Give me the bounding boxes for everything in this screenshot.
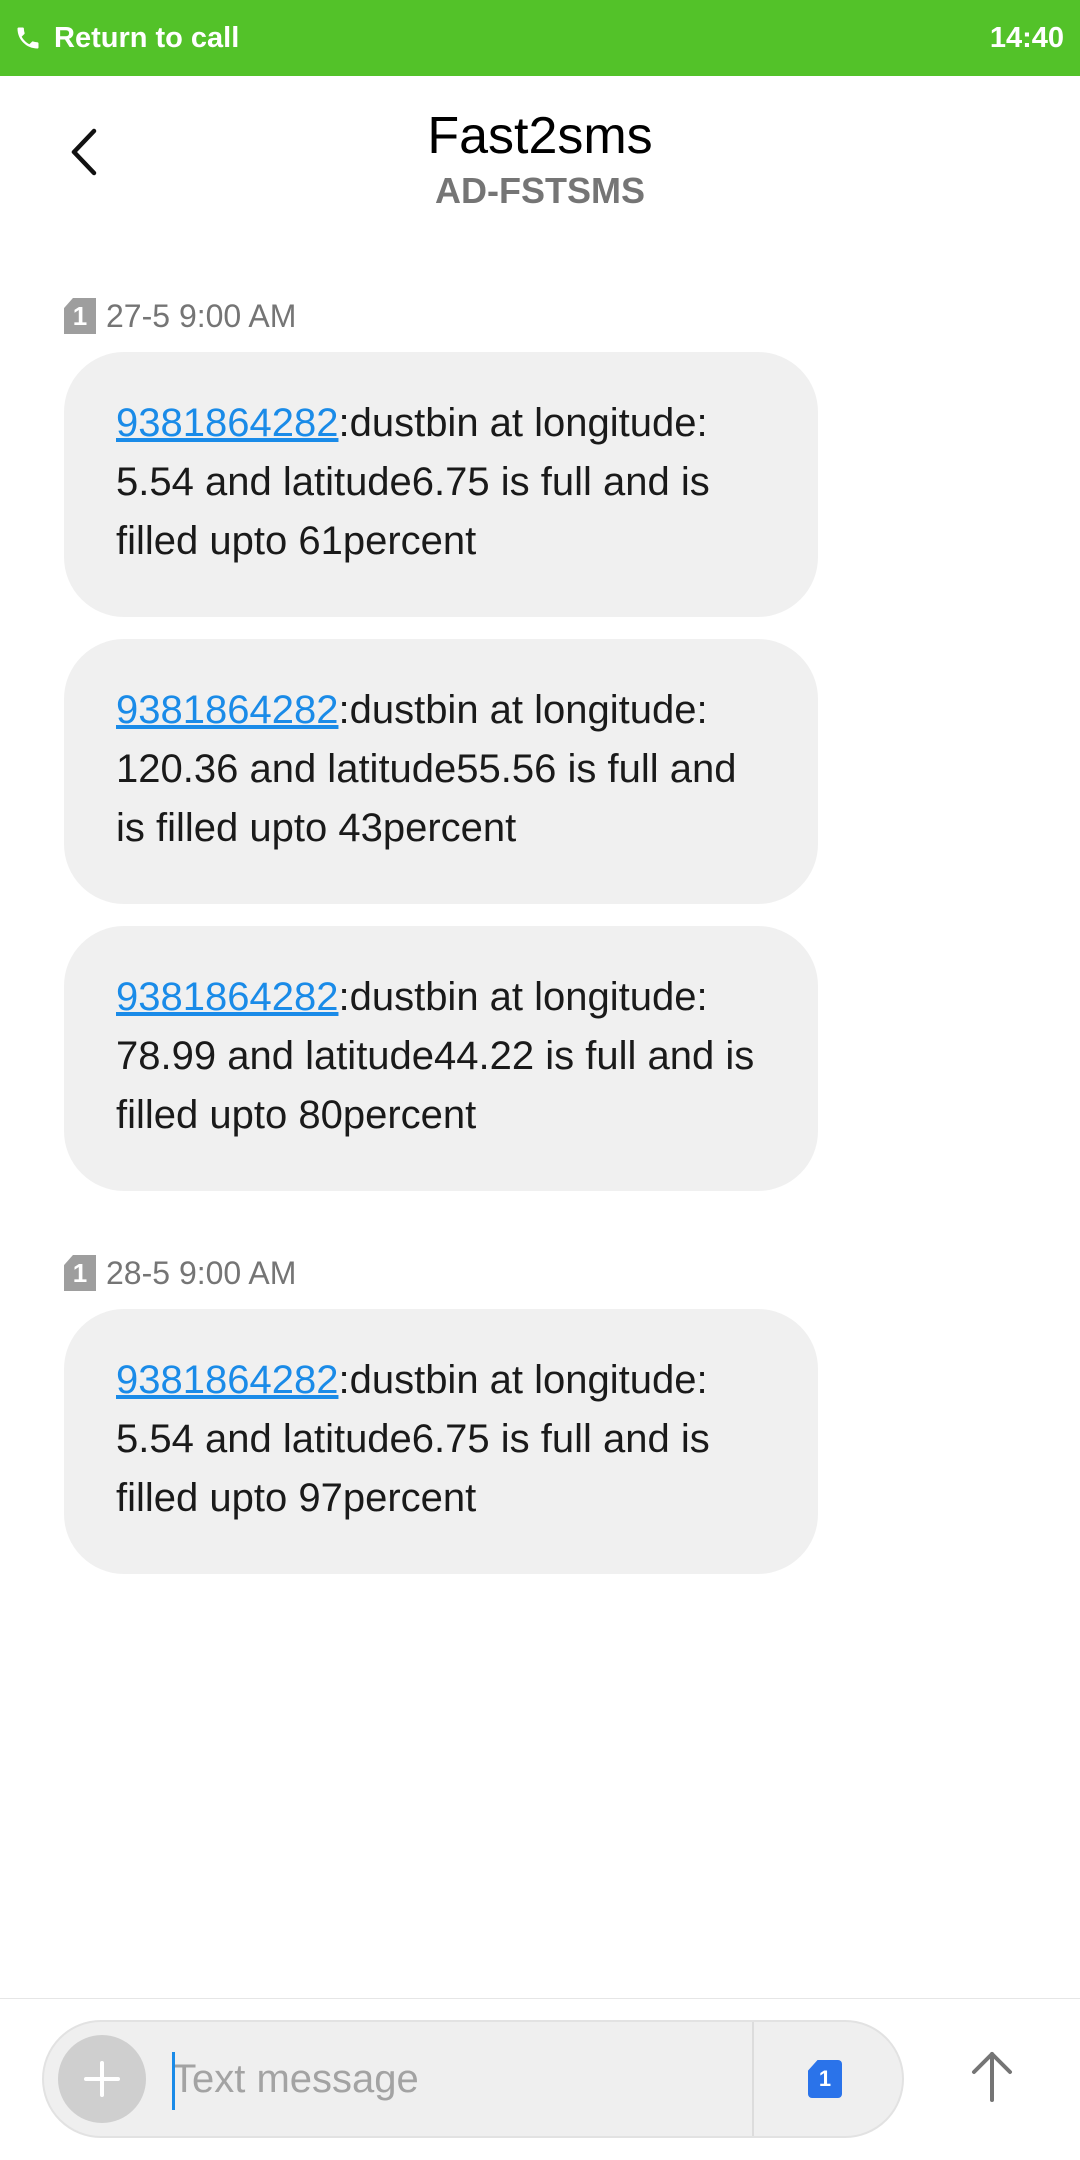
message-bubble[interactable]: 9381864282:dustbin at longitude: 5.54 an… bbox=[64, 1309, 818, 1574]
sim-card-icon: 1 bbox=[64, 1255, 96, 1291]
message-bubble[interactable]: 9381864282:dustbin at longitude: 120.36 … bbox=[64, 639, 818, 904]
message-timestamp: 1 28-5 9:00 AM bbox=[64, 1251, 1080, 1295]
sender-id: AD-FSTSMS bbox=[435, 170, 645, 211]
send-button[interactable] bbox=[960, 2044, 1024, 2108]
message-timestamp: 1 27-5 9:00 AM bbox=[64, 294, 1080, 338]
sim-select-button[interactable]: 1 bbox=[808, 2060, 842, 2098]
return-to-call-banner[interactable]: Return to call 14:40 bbox=[0, 0, 1080, 76]
arrow-up-icon bbox=[968, 2048, 1016, 2104]
composer-divider bbox=[0, 1998, 1080, 1999]
sim-card-icon: 1 bbox=[64, 298, 96, 334]
phone-number-link[interactable]: 9381864282 bbox=[116, 688, 338, 732]
call-timer: 14:40 bbox=[989, 21, 1064, 54]
plus-icon bbox=[80, 2057, 124, 2101]
message-bubble[interactable]: 9381864282:dustbin at longitude: 5.54 an… bbox=[64, 352, 818, 617]
message-input[interactable] bbox=[172, 2044, 742, 2114]
timestamp-text: 27-5 9:00 AM bbox=[106, 297, 297, 334]
conversation-header: Fast2sms AD-FSTSMS bbox=[0, 76, 1080, 226]
message-group: 1 28-5 9:00 AM 9381864282:dustbin at lon… bbox=[64, 1213, 1080, 1574]
phone-number-link[interactable]: 9381864282 bbox=[116, 401, 338, 445]
add-attachment-button[interactable] bbox=[58, 2035, 146, 2123]
message-group: 1 27-5 9:00 AM 9381864282:dustbin at lon… bbox=[64, 226, 1080, 1191]
message-bubble[interactable]: 9381864282:dustbin at longitude: 78.99 a… bbox=[64, 926, 818, 1191]
message-composer: 1 bbox=[42, 2020, 904, 2138]
phone-icon bbox=[14, 24, 42, 52]
phone-number-link[interactable]: 9381864282 bbox=[116, 1358, 338, 1402]
messaging-screen: Return to call 14:40 Fast2sms AD-FSTSMS … bbox=[0, 0, 1080, 2160]
message-thread: 1 27-5 9:00 AM 9381864282:dustbin at lon… bbox=[0, 226, 1080, 1596]
text-cursor bbox=[172, 2052, 175, 2110]
contact-name: Fast2sms bbox=[427, 107, 653, 165]
return-to-call-group[interactable]: Return to call bbox=[14, 22, 239, 55]
timestamp-text: 28-5 9:00 AM bbox=[106, 1254, 297, 1291]
phone-number-link[interactable]: 9381864282 bbox=[116, 975, 338, 1019]
return-to-call-label: Return to call bbox=[54, 21, 240, 54]
sim-divider bbox=[752, 2022, 754, 2136]
